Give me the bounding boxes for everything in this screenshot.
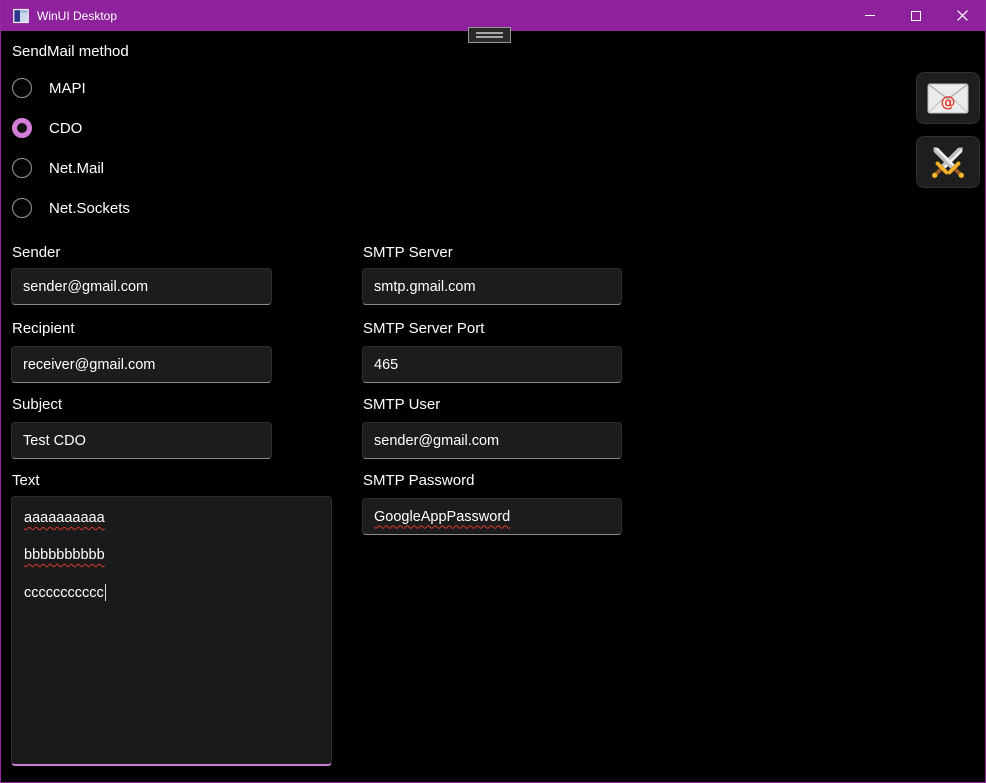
radio-circle-unselected[interactable]: [12, 158, 32, 178]
sendmail-method-label: SendMail method: [12, 43, 129, 60]
radio-cdo[interactable]: CDO: [12, 118, 82, 138]
smtp-port-input[interactable]: 465: [362, 346, 622, 383]
drag-handle-bar: [476, 32, 503, 34]
radio-netsockets[interactable]: Net.Sockets: [12, 198, 130, 218]
sender-label: Sender: [12, 244, 61, 261]
radio-circle-unselected[interactable]: [12, 198, 32, 218]
text-line: ccccccccccc: [24, 585, 104, 601]
radio-circle-selected[interactable]: [12, 118, 32, 138]
smtp-server-input[interactable]: smtp.gmail.com: [362, 268, 622, 305]
test-send-button[interactable]: [916, 136, 980, 188]
recipient-value: receiver@gmail.com: [23, 356, 156, 373]
radio-mapi[interactable]: MAPI: [12, 78, 86, 98]
radio-label: Net.Mail: [49, 159, 105, 177]
maximize-icon: [911, 10, 921, 21]
subject-value: Test CDO: [23, 432, 86, 449]
close-icon: [956, 10, 968, 21]
text-caret: [104, 584, 107, 601]
text-line: aaaaaaaaaa: [24, 510, 105, 526]
crossed-swords-icon: [926, 141, 970, 184]
smtp-password-value: GoogleAppPassword: [374, 508, 511, 525]
subject-input[interactable]: Test CDO: [11, 422, 272, 459]
radio-label: CDO: [49, 119, 83, 137]
radio-circle-unselected[interactable]: [12, 78, 32, 98]
minimize-button[interactable]: [847, 0, 893, 31]
svg-text:@: @: [941, 93, 956, 111]
caption-buttons: [847, 0, 985, 31]
text-input[interactable]: aaaaaaaaaa bbbbbbbbbb ccccccccccc: [11, 496, 332, 766]
drag-handle[interactable]: [468, 27, 511, 43]
window-title: WinUI Desktop: [37, 8, 118, 23]
recipient-label: Recipient: [12, 320, 75, 337]
smtp-user-input[interactable]: sender@gmail.com: [362, 422, 622, 459]
smtp-server-label: SMTP Server: [363, 244, 453, 261]
smtp-password-input[interactable]: GoogleAppPassword: [362, 498, 622, 535]
maximize-button[interactable]: [893, 0, 939, 31]
recipient-input[interactable]: receiver@gmail.com: [11, 346, 272, 383]
app-window: WinUI Desktop SendMail method MAPI CDO N…: [0, 0, 986, 783]
sender-value: sender@gmail.com: [23, 278, 149, 295]
sender-input[interactable]: sender@gmail.com: [11, 268, 272, 305]
subject-label: Subject: [12, 396, 63, 413]
smtp-server-value: smtp.gmail.com: [374, 278, 476, 295]
send-mail-button[interactable]: @: [916, 72, 980, 124]
smtp-password-label: SMTP Password: [363, 472, 475, 489]
smtp-user-label: SMTP User: [363, 396, 441, 413]
smtp-port-value: 465: [374, 356, 399, 373]
text-line: bbbbbbbbbb: [24, 547, 105, 563]
smtp-port-label: SMTP Server Port: [363, 320, 485, 337]
radio-label: Net.Sockets: [49, 199, 130, 217]
radio-label: MAPI: [49, 79, 86, 97]
text-label: Text: [12, 472, 40, 489]
smtp-user-value: sender@gmail.com: [374, 432, 500, 449]
email-envelope-icon: @: [927, 83, 969, 113]
close-button[interactable]: [939, 0, 985, 31]
drag-handle-bar: [476, 36, 503, 38]
radio-netmail[interactable]: Net.Mail: [12, 158, 104, 178]
app-icon: [13, 8, 29, 23]
minimize-icon: [865, 15, 875, 16]
